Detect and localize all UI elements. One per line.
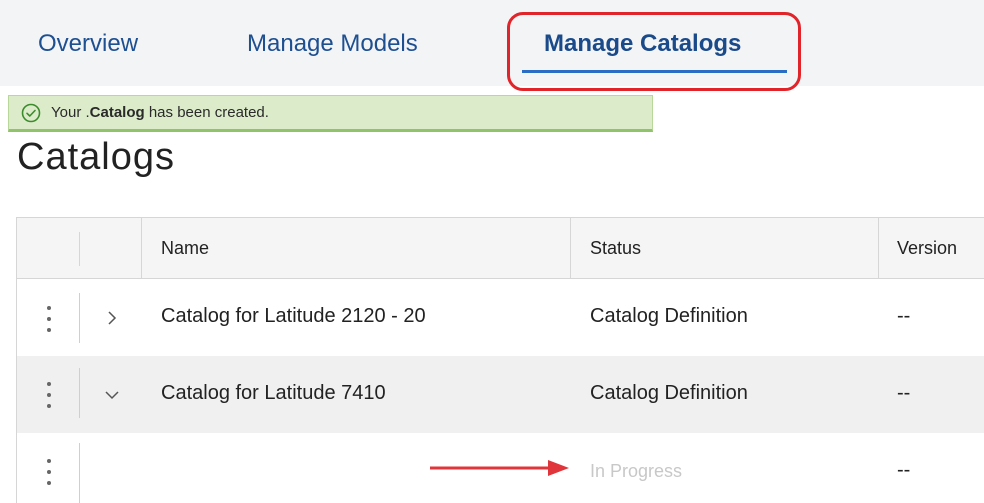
- toast-bold: Catalog: [89, 104, 145, 121]
- row-separator: [79, 293, 80, 343]
- page-title: Catalogs: [17, 136, 175, 178]
- header-separator: [141, 218, 142, 279]
- annotation-arrow-icon: [430, 460, 569, 476]
- toast-prefix: Your .: [51, 104, 90, 121]
- header-name[interactable]: Name: [161, 238, 209, 259]
- header-separator: [878, 218, 879, 279]
- header-status[interactable]: Status: [590, 238, 641, 259]
- toast-suffix: has been created.: [144, 104, 269, 121]
- toast-message: Your .Catalog has been created.: [51, 104, 269, 121]
- header-separator: [570, 218, 571, 279]
- table-row[interactable]: Catalog for Latitude 7410 Catalog Defini…: [17, 356, 984, 433]
- chevron-down-icon[interactable]: [103, 386, 121, 404]
- tab-bar: Overview Manage Models Manage Catalogs: [0, 0, 984, 91]
- row-status: Catalog Definition: [590, 382, 748, 404]
- row-version: --: [897, 382, 911, 404]
- row-status-in-progress: In Progress: [590, 461, 683, 481]
- header-separator: [79, 232, 80, 266]
- kebab-menu-icon[interactable]: [41, 457, 57, 487]
- annotation-highlight-box: [507, 12, 801, 91]
- row-separator: [79, 443, 80, 503]
- tab-manage-models[interactable]: Manage Models: [247, 30, 418, 58]
- row-version: --: [897, 305, 911, 327]
- tab-overview[interactable]: Overview: [38, 30, 138, 58]
- chevron-right-icon[interactable]: [103, 309, 121, 327]
- row-version: --: [897, 459, 911, 481]
- row-name[interactable]: Catalog for Latitude 7410: [161, 382, 386, 405]
- table-row[interactable]: Catalog for Latitude 2120 - 20 Catalog D…: [17, 279, 984, 356]
- row-name[interactable]: Catalog for Latitude 2120 - 20: [161, 305, 426, 328]
- row-status: Catalog Definition: [590, 305, 748, 327]
- header-version[interactable]: Version: [897, 238, 957, 259]
- row-separator: [79, 368, 80, 418]
- success-check-icon: [21, 103, 41, 122]
- kebab-menu-icon[interactable]: [41, 304, 57, 334]
- success-toast: Your .Catalog has been created.: [8, 95, 653, 132]
- table-header: Name Status Version: [17, 218, 984, 279]
- kebab-menu-icon[interactable]: [41, 380, 57, 410]
